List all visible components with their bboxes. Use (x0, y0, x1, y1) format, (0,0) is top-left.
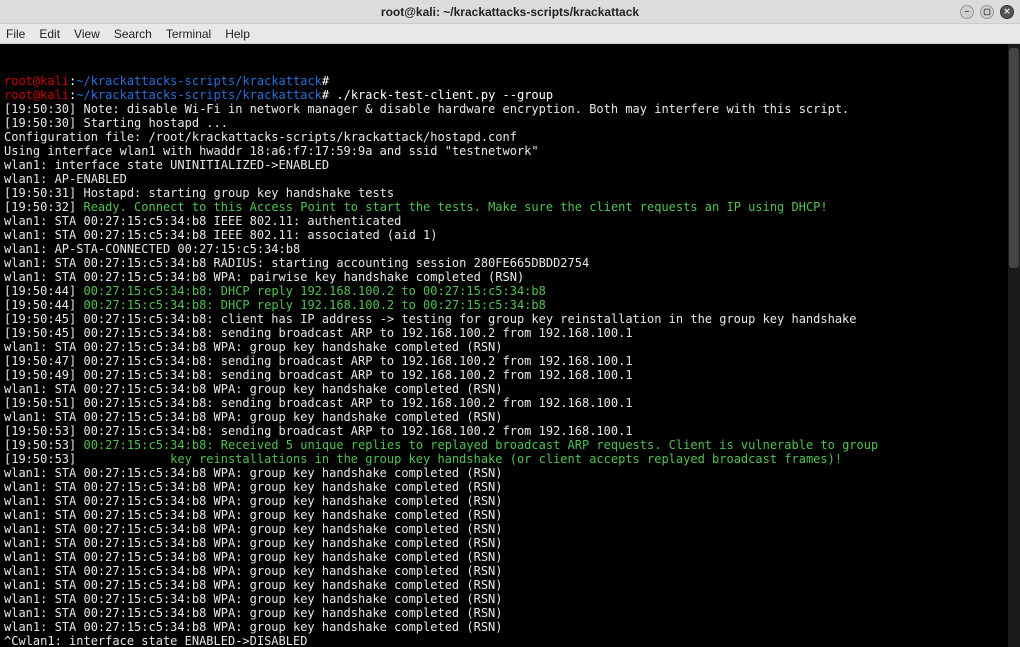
menu-terminal[interactable]: Terminal (166, 27, 211, 41)
terminal-line: wlan1: interface state UNINITIALIZED->EN… (4, 158, 1016, 172)
terminal-line: ^Cwlan1: interface state ENABLED->DISABL… (4, 634, 1016, 647)
terminal-line: Using interface wlan1 with hwaddr 18:a6:… (4, 144, 1016, 158)
terminal-line: [19:50:47] 00:27:15:c5:34:b8: sending br… (4, 354, 1016, 368)
terminal-line: wlan1: STA 00:27:15:c5:34:b8 WPA: group … (4, 410, 1016, 424)
terminal-line: wlan1: STA 00:27:15:c5:34:b8 RADIUS: sta… (4, 256, 1016, 270)
terminal-line: wlan1: STA 00:27:15:c5:34:b8 WPA: group … (4, 592, 1016, 606)
scrollbar-thumb[interactable] (1009, 48, 1019, 268)
scrollbar[interactable] (1008, 44, 1020, 647)
window-buttons: – ▢ ✕ (960, 5, 1014, 19)
terminal-line: wlan1: AP-STA-CONNECTED 00:27:15:c5:34:b… (4, 242, 1016, 256)
terminal-line: wlan1: STA 00:27:15:c5:34:b8 WPA: group … (4, 536, 1016, 550)
terminal-line: [19:50:53] 00:27:15:c5:34:b8: Received 5… (4, 438, 1016, 452)
window-titlebar: root@kali: ~/krackattacks-scripts/kracka… (0, 0, 1020, 24)
terminal-line: [19:50:30] Note: disable Wi-Fi in networ… (4, 102, 1016, 116)
menu-bar: File Edit View Search Terminal Help (0, 24, 1020, 44)
menu-view[interactable]: View (74, 27, 100, 41)
terminal-line: [19:50:31] Hostapd: starting group key h… (4, 186, 1016, 200)
menu-edit[interactable]: Edit (39, 27, 60, 41)
menu-help[interactable]: Help (225, 27, 250, 41)
terminal-line: wlan1: STA 00:27:15:c5:34:b8 WPA: group … (4, 466, 1016, 480)
terminal-line: [19:50:45] 00:27:15:c5:34:b8: sending br… (4, 326, 1016, 340)
minimize-button[interactable]: – (960, 5, 974, 19)
terminal-line: [19:50:32] Ready. Connect to this Access… (4, 200, 1016, 214)
terminal-line: wlan1: STA 00:27:15:c5:34:b8 WPA: group … (4, 522, 1016, 536)
terminal-line: wlan1: STA 00:27:15:c5:34:b8 IEEE 802.11… (4, 228, 1016, 242)
terminal[interactable]: root@kali:~/krackattacks-scripts/krackat… (0, 44, 1020, 647)
terminal-line: [19:50:53] 00:27:15:c5:34:b8: sending br… (4, 424, 1016, 438)
prompt-line: root@kali:~/krackattacks-scripts/krackat… (4, 88, 1016, 102)
terminal-line: wlan1: STA 00:27:15:c5:34:b8 WPA: group … (4, 340, 1016, 354)
window-title: root@kali: ~/krackattacks-scripts/kracka… (381, 5, 639, 19)
terminal-line: wlan1: STA 00:27:15:c5:34:b8 WPA: group … (4, 564, 1016, 578)
terminal-line: [19:50:44] 00:27:15:c5:34:b8: DHCP reply… (4, 284, 1016, 298)
terminal-line: [19:50:51] 00:27:15:c5:34:b8: sending br… (4, 396, 1016, 410)
terminal-line: [19:50:30] Starting hostapd ... (4, 116, 1016, 130)
terminal-line: [19:50:49] 00:27:15:c5:34:b8: sending br… (4, 368, 1016, 382)
terminal-line: wlan1: STA 00:27:15:c5:34:b8 WPA: group … (4, 508, 1016, 522)
terminal-line: wlan1: STA 00:27:15:c5:34:b8 WPA: group … (4, 606, 1016, 620)
terminal-content: root@kali:~/krackattacks-scripts/krackat… (4, 74, 1016, 647)
terminal-line: Configuration file: /root/krackattacks-s… (4, 130, 1016, 144)
terminal-line: wlan1: STA 00:27:15:c5:34:b8 WPA: group … (4, 382, 1016, 396)
terminal-line: wlan1: STA 00:27:15:c5:34:b8 WPA: group … (4, 620, 1016, 634)
maximize-button[interactable]: ▢ (980, 5, 994, 19)
terminal-line: [19:50:44] 00:27:15:c5:34:b8: DHCP reply… (4, 298, 1016, 312)
terminal-line: wlan1: STA 00:27:15:c5:34:b8 WPA: pairwi… (4, 270, 1016, 284)
close-button[interactable]: ✕ (1000, 5, 1014, 19)
terminal-line: [19:50:53] key reinstallations in the gr… (4, 452, 1016, 466)
terminal-line: wlan1: STA 00:27:15:c5:34:b8 WPA: group … (4, 578, 1016, 592)
menu-file[interactable]: File (6, 27, 25, 41)
terminal-line: wlan1: STA 00:27:15:c5:34:b8 WPA: group … (4, 550, 1016, 564)
prompt-line: root@kali:~/krackattacks-scripts/krackat… (4, 74, 1016, 88)
terminal-line: wlan1: STA 00:27:15:c5:34:b8 WPA: group … (4, 480, 1016, 494)
terminal-line: [19:50:45] 00:27:15:c5:34:b8: client has… (4, 312, 1016, 326)
menu-search[interactable]: Search (114, 27, 152, 41)
terminal-line: wlan1: AP-ENABLED (4, 172, 1016, 186)
terminal-line: wlan1: STA 00:27:15:c5:34:b8 WPA: group … (4, 494, 1016, 508)
terminal-line: wlan1: STA 00:27:15:c5:34:b8 IEEE 802.11… (4, 214, 1016, 228)
